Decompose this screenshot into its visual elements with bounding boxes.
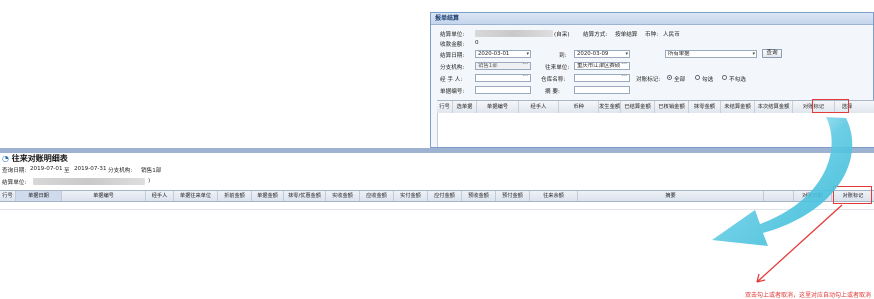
annotation-arrows: [712, 117, 853, 283]
cyan-curved-arrow: [712, 117, 853, 246]
annotation-text: 双击勾上或者取消，这里对应自动勾上或者取消: [744, 292, 871, 299]
